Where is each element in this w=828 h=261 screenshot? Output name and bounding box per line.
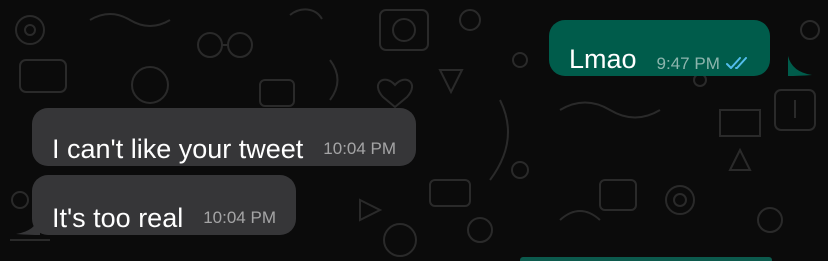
message-text: It's too real [52, 203, 184, 233]
message-meta: 9:47 PM [657, 54, 750, 74]
outgoing-bubble-tail [788, 56, 812, 76]
message-time: 9:47 PM [656, 54, 720, 73]
message-bubble-incoming[interactable]: I can't like your tweet 10:04 PM [32, 108, 417, 166]
double-check-read-icon [725, 57, 747, 69]
incoming-bubble-tail [16, 215, 40, 235]
message-bubble-outgoing[interactable]: Lmao 9:47 PM [549, 20, 770, 76]
message-text: Lmao [569, 44, 637, 74]
message-time: 10:04 PM [203, 208, 276, 227]
message-time: 10:04 PM [323, 139, 397, 158]
next-message-bubble-edge [520, 257, 772, 261]
message-bubble-incoming[interactable]: It's too real 10:04 PM [32, 175, 296, 235]
message-text: I can't like your tweet [52, 134, 304, 164]
